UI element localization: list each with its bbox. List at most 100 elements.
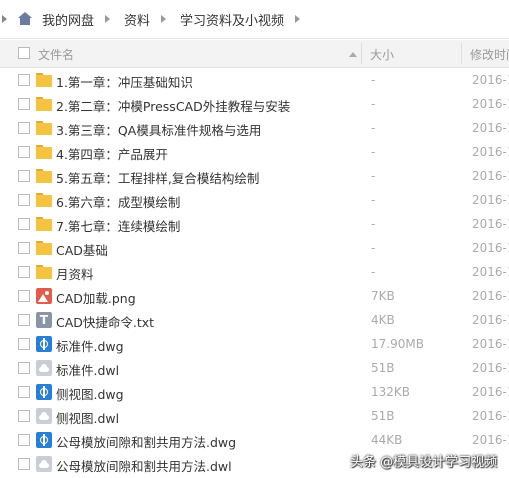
column-divider[interactable] bbox=[361, 43, 362, 64]
breadcrumb-separator-icon bbox=[104, 0, 112, 38]
file-row[interactable]: CAD基础 - 2016-1 bbox=[0, 236, 509, 260]
file-name[interactable]: 1.第一章：冲压基础知识 bbox=[56, 72, 193, 91]
row-checkbox[interactable] bbox=[18, 434, 30, 446]
file-size: 44KB bbox=[371, 433, 403, 447]
file-name[interactable]: 公母模放间隙和割共用方法.dwg bbox=[56, 432, 236, 451]
file-date: 2016-1 bbox=[472, 145, 509, 159]
file-size: - bbox=[371, 241, 376, 255]
back-arrow-icon[interactable] bbox=[0, 0, 12, 38]
column-date-header[interactable]: 修改时间 bbox=[470, 46, 509, 63]
file-row[interactable]: 7.第七章：连续模绘制 - 2016-1 bbox=[0, 212, 509, 236]
file-name[interactable]: 月资料 bbox=[56, 264, 94, 283]
file-name[interactable]: 侧视图.dwl bbox=[56, 408, 119, 427]
row-checkbox[interactable] bbox=[18, 170, 30, 182]
column-divider[interactable] bbox=[461, 43, 462, 64]
file-name[interactable]: CAD加载.png bbox=[56, 288, 136, 307]
file-row[interactable]: 1.第一章：冲压基础知识 - 2016-1 bbox=[0, 68, 509, 92]
home-icon[interactable] bbox=[18, 12, 32, 26]
text-file-icon: T bbox=[36, 312, 52, 328]
file-date: 2016-1 bbox=[472, 289, 509, 303]
breadcrumb-bar: 我的网盘 资料 学习资料及小视频 bbox=[0, 0, 509, 39]
dwl-file-icon bbox=[36, 456, 52, 472]
column-header: 文件名 大小 修改时间 bbox=[0, 40, 509, 68]
row-checkbox[interactable] bbox=[18, 146, 30, 158]
file-size: 17.90MB bbox=[371, 337, 424, 351]
file-size: 132KB bbox=[371, 385, 411, 399]
file-size: 51B bbox=[371, 409, 395, 423]
file-row[interactable]: 5.第五章：工程排样,复合模结构绘制 - 2016-1 bbox=[0, 164, 509, 188]
file-name[interactable]: 公母模放间隙和割共用方法.dwl bbox=[56, 456, 232, 475]
file-date: 2016-1 bbox=[472, 313, 509, 327]
row-checkbox[interactable] bbox=[18, 194, 30, 206]
file-size: - bbox=[371, 217, 376, 231]
file-row[interactable]: TCAD快捷命令.txt 4KB 2016-1 bbox=[0, 308, 509, 332]
file-name[interactable]: CAD快捷命令.txt bbox=[56, 312, 154, 331]
file-date: 2016-1 bbox=[472, 121, 509, 135]
breadcrumb-item-home[interactable]: 我的网盘 bbox=[38, 0, 96, 38]
column-name-header[interactable]: 文件名 bbox=[38, 46, 74, 63]
file-row[interactable]: 标准件.dwl 51B 2016-1 bbox=[0, 356, 509, 380]
breadcrumb-item-current[interactable]: 学习资料及小视频 bbox=[176, 0, 286, 38]
file-name[interactable]: 6.第六章：成型模绘制 bbox=[56, 192, 180, 211]
file-size: - bbox=[371, 193, 376, 207]
file-row[interactable]: 标准件.dwg 17.90MB 2016-1 bbox=[0, 332, 509, 356]
file-name[interactable]: 7.第七章：连续模绘制 bbox=[56, 216, 180, 235]
file-date: 2016-1 bbox=[472, 217, 509, 231]
row-checkbox[interactable] bbox=[18, 362, 30, 374]
row-checkbox[interactable] bbox=[18, 290, 30, 302]
file-size: 4KB bbox=[371, 313, 395, 327]
file-list: 1.第一章：冲压基础知识 - 2016-1 2.第二章：冲模PressCAD外挂教程与… bbox=[0, 68, 509, 476]
dwg-file-icon bbox=[36, 336, 52, 352]
file-size: - bbox=[371, 97, 376, 111]
row-checkbox[interactable] bbox=[18, 74, 30, 86]
file-row[interactable]: 6.第六章：成型模绘制 - 2016-1 bbox=[0, 188, 509, 212]
folder-icon bbox=[36, 192, 52, 208]
file-row[interactable]: 4.第四章：产品展开 - 2016-1 bbox=[0, 140, 509, 164]
watermark: 头条 @模具设计学习视频 bbox=[350, 451, 497, 470]
file-row[interactable]: 月资料 - 2016-1 bbox=[0, 260, 509, 284]
row-checkbox[interactable] bbox=[18, 314, 30, 326]
file-date: 2016-1 bbox=[472, 265, 509, 279]
file-name[interactable]: 标准件.dwg bbox=[56, 336, 124, 355]
row-checkbox[interactable] bbox=[18, 98, 30, 110]
row-checkbox[interactable] bbox=[18, 410, 30, 422]
file-size: 51B bbox=[371, 361, 395, 375]
file-row[interactable]: 2.第二章：冲模PressCAD外挂教程与安装 - 2016-1 bbox=[0, 92, 509, 116]
folder-icon bbox=[36, 144, 52, 160]
file-name[interactable]: 4.第四章：产品展开 bbox=[56, 144, 168, 163]
file-name[interactable]: 标准件.dwl bbox=[56, 360, 119, 379]
folder-icon bbox=[36, 72, 52, 88]
column-size-header[interactable]: 大小 bbox=[370, 46, 394, 63]
file-name[interactable]: CAD基础 bbox=[56, 240, 108, 259]
row-checkbox[interactable] bbox=[18, 386, 30, 398]
row-checkbox[interactable] bbox=[18, 458, 30, 470]
file-row[interactable]: 侧视图.dwg 132KB 2016-1 bbox=[0, 380, 509, 404]
file-row[interactable]: 公母模放间隙和割共用方法.dwg 44KB 2016-1 bbox=[0, 428, 509, 452]
image-file-icon bbox=[36, 288, 52, 304]
sort-ascending-icon[interactable] bbox=[349, 52, 357, 57]
folder-icon bbox=[36, 168, 52, 184]
dwg-file-icon bbox=[36, 384, 52, 400]
file-date: 2016-1 bbox=[472, 385, 509, 399]
folder-icon bbox=[36, 264, 52, 280]
breadcrumb-item-materials[interactable]: 资料 bbox=[120, 0, 152, 38]
row-checkbox[interactable] bbox=[18, 122, 30, 134]
row-checkbox[interactable] bbox=[18, 338, 30, 350]
file-name[interactable]: 3.第三章：QA模具标准件规格与选用 bbox=[56, 120, 261, 139]
file-name[interactable]: 侧视图.dwg bbox=[56, 384, 124, 403]
file-name[interactable]: 5.第五章：工程排样,复合模结构绘制 bbox=[56, 168, 259, 187]
row-checkbox[interactable] bbox=[18, 242, 30, 254]
row-checkbox[interactable] bbox=[18, 218, 30, 230]
row-checkbox[interactable] bbox=[18, 266, 30, 278]
file-date: 2016-1 bbox=[472, 361, 509, 375]
select-all-checkbox[interactable] bbox=[18, 47, 30, 59]
file-row[interactable]: CAD加载.png 7KB 2016-1 bbox=[0, 284, 509, 308]
file-size: - bbox=[371, 121, 376, 135]
file-row[interactable]: 3.第三章：QA模具标准件规格与选用 - 2016-1 bbox=[0, 116, 509, 140]
dwg-file-icon bbox=[36, 432, 52, 448]
file-size: - bbox=[371, 265, 376, 279]
file-name[interactable]: 2.第二章：冲模PressCAD外挂教程与安装 bbox=[56, 96, 290, 115]
dwl-file-icon bbox=[36, 360, 52, 376]
file-row[interactable]: 侧视图.dwl 51B 2016-1 bbox=[0, 404, 509, 428]
file-size: - bbox=[371, 73, 376, 87]
